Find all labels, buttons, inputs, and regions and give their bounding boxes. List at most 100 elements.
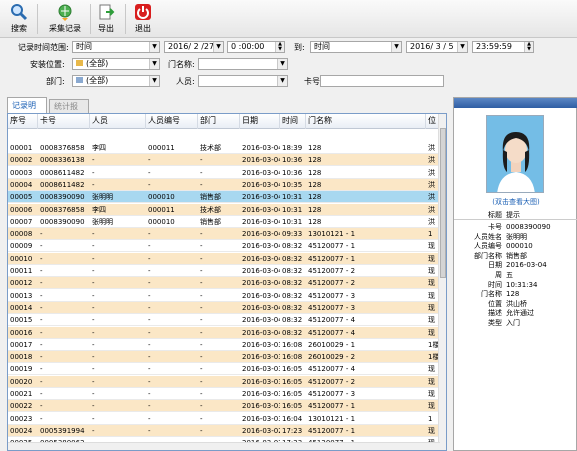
table-row[interactable]: 00016- - - -2016-03-04 08:32 45120077 - 4现	[8, 326, 440, 339]
table-cell: -	[92, 377, 95, 386]
chevron-down-icon: ▼	[149, 42, 159, 52]
table-cell: -	[92, 426, 95, 435]
table-row[interactable]: 00017- - - -2016-03-03 16:08 26010029 - 1 1楼	[8, 338, 440, 351]
export-button[interactable]: 导出	[94, 2, 118, 36]
table-row[interactable]: 00021- - - -2016-03-03 16:05 45120077 - 3现	[8, 388, 440, 400]
table-cell: 45120077 - 2	[308, 267, 356, 275]
table-row[interactable]: 00014- - - -2016-03-04 08:32 45120077 - 3现	[8, 301, 440, 314]
table-row[interactable]: 00012- - - -2016-03-04 08:32 45120077 - 2现	[8, 277, 440, 290]
table-cell: 00005	[10, 193, 33, 202]
end-mode-select[interactable]: 时间 ▼	[310, 41, 402, 53]
start-mode-select[interactable]: 时间 ▼	[72, 41, 160, 53]
table-row[interactable]: 00019- - - -2016-03-03 16:05 45120077 - 4现	[8, 363, 440, 376]
table-cell: -	[92, 353, 95, 362]
column-header[interactable]: 日期	[240, 114, 280, 129]
toolbar-divider	[125, 4, 126, 34]
table-cell: 2016-03-04	[242, 230, 280, 239]
table-row[interactable]: 00006 0008376858 李四 000011 技术部 2016-03-04 10:3…	[8, 203, 440, 216]
start-date-picker[interactable]: 2016/ 2 /27 ▼	[164, 41, 224, 53]
table-row[interactable]: 00022- - - -2016-03-03 16:05 45120077 - 1现	[8, 400, 440, 413]
table-row[interactable]: 00010- - - -2016-03-04 08:32 45120077 - 1现	[8, 252, 440, 265]
table-cell: 000010	[148, 217, 175, 226]
table-cell: 45120077 - 2	[308, 377, 356, 386]
table-cell: 00009	[10, 242, 33, 251]
table-row[interactable]: 00024 0005391994- - -2016-03-02 17:23 4512007…	[8, 424, 440, 437]
detail-field-key: 部门名称	[474, 251, 502, 260]
table-row[interactable]: 00015- - - -2016-03-04 08:32 45120077 - 4现	[8, 314, 440, 327]
tab-record-detail[interactable]: 记录明细	[7, 97, 47, 125]
table-cell: 17:23	[282, 426, 303, 435]
table-cell: -	[92, 390, 95, 398]
table-cell: -	[148, 353, 151, 362]
column-header[interactable]: 卡号	[38, 114, 90, 129]
column-header[interactable]: 部门	[198, 114, 240, 129]
column-header[interactable]: 时间	[280, 114, 306, 129]
scrollbar-thumb[interactable]	[440, 128, 446, 278]
search-button[interactable]: 搜索	[6, 2, 32, 36]
department-value: (全部)	[86, 76, 109, 85]
person-select[interactable]: ▼	[198, 75, 288, 87]
power-icon	[133, 2, 153, 22]
end-time-input[interactable]: 23:59:59 ▲ ▼	[472, 41, 534, 53]
table-cell: 16:05	[282, 377, 303, 386]
table-cell: -	[92, 316, 95, 325]
table-cell: 45120077 - 4	[308, 316, 356, 325]
table-cell: 2016-03-04	[242, 303, 280, 312]
door-name-select[interactable]: ▼	[198, 58, 288, 70]
column-header[interactable]: 人员编号	[146, 114, 198, 129]
table-row[interactable]: 00011- - - -2016-03-04 08:32 45120077 - 2现	[8, 265, 440, 277]
table-cell: -	[40, 365, 43, 374]
exit-button[interactable]: 退出	[130, 2, 156, 36]
photo-caption[interactable]: (双击查看大图)	[454, 197, 577, 207]
horizontal-scrollbar[interactable]	[8, 442, 440, 450]
location-select[interactable]: (全部) ▼	[72, 58, 160, 70]
table-cell: -	[200, 353, 203, 362]
table-row[interactable]: 00023- - - -2016-03-03 16:04 13010121 - 11	[8, 412, 440, 425]
table-cell: -	[200, 156, 203, 165]
table-row[interactable]: 00008- - - -2016-03-04 09:33 13010121 - 11	[8, 228, 440, 241]
collect-records-button[interactable]: 采集记录	[44, 2, 86, 36]
table-row[interactable]: 00018- - - -2016-03-03 16:08 26010029 - 2 1楼	[8, 351, 440, 364]
table-cell: -	[92, 156, 95, 165]
detail-field-row: 时间 10:31:34	[454, 280, 577, 290]
chevron-down-icon: ▼	[213, 42, 223, 52]
table-row[interactable]: 00004 0008611482- - -2016-03-04 10:35 128 洪	[8, 178, 440, 191]
table-cell: -	[200, 377, 203, 386]
table-cell: 00007	[10, 217, 33, 226]
end-date-picker[interactable]: 2016/ 3 / 5 ▼	[406, 41, 468, 53]
card-number-input[interactable]	[320, 75, 444, 87]
toolbar-divider	[90, 4, 91, 34]
table-cell: -	[148, 180, 151, 189]
table-cell: 10:35	[282, 180, 303, 189]
table-row[interactable]: 00013- - - -2016-03-04 08:32 45120077 - 3现	[8, 289, 440, 302]
table-row[interactable]: 00020- - - -2016-03-03 16:05 45120077 - 2现	[8, 375, 440, 388]
column-header[interactable]: 门名称	[306, 114, 426, 129]
table-cell: -	[200, 254, 203, 263]
table-row[interactable]: 00007 0008390090 张明明 000010 销售部 2016-03-04 10:…	[8, 215, 440, 228]
table-row[interactable]: 00002 0008336138- - -2016-03-04 10:36 128 洪	[8, 154, 440, 167]
table-row[interactable]: 00009- - - -2016-03-04 08:32 45120077 - 1现	[8, 240, 440, 253]
tab-statistics-report[interactable]: 统计报表	[49, 99, 89, 124]
department-select[interactable]: (全部) ▼	[72, 75, 160, 87]
table-cell: 08:32	[282, 279, 303, 288]
spinner-arrows-icon[interactable]: ▲ ▼	[524, 42, 533, 52]
table-cell: 2016-03-03	[242, 377, 280, 386]
detail-header-row: 标题 提示	[454, 210, 577, 220]
column-header[interactable]: 人员	[90, 114, 146, 129]
vertical-scrollbar[interactable]	[438, 114, 446, 450]
location-value: (全部)	[86, 59, 109, 68]
table-cell: -	[148, 254, 151, 263]
person-photo[interactable]	[486, 115, 544, 193]
table-row[interactable]: 00001 0008376858 李四 000011 技术部 2016-03-04 18:3…	[8, 142, 440, 154]
table-cell: 08:32	[282, 303, 303, 312]
table-row[interactable]: 00005 0008390090 张明明 000010 销售部 2016-03-04 10:…	[8, 191, 440, 204]
column-header[interactable]: 序号	[8, 114, 38, 129]
table-cell: 16:05	[282, 390, 303, 398]
table-cell: 45120077 - 4	[308, 328, 356, 337]
table-row[interactable]: 00003 0008611482- - -2016-03-04 10:36 128 洪	[8, 166, 440, 179]
table-cell: 00021	[10, 390, 33, 398]
spinner-arrows-icon[interactable]: ▲ ▼	[275, 42, 284, 52]
table-cell: -	[148, 426, 151, 435]
table-cell: 2016-03-04	[242, 279, 280, 288]
start-time-input[interactable]: 0 :00:00 ▲ ▼	[227, 41, 285, 53]
